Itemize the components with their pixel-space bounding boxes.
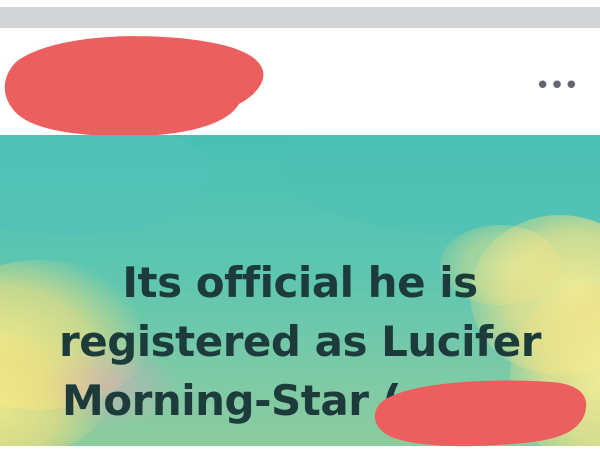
post-line-2: registered as Lucifer	[59, 317, 542, 366]
mention-redaction	[374, 380, 587, 447]
post-line-3-text: Morning-Star (	[62, 376, 402, 425]
top-grey-bar	[0, 7, 600, 28]
post-line-1: Its official he is	[122, 258, 478, 307]
more-horizontal-icon[interactable]: •••	[535, 73, 579, 99]
author-redaction	[4, 36, 264, 137]
browser-top-strip	[0, 0, 600, 28]
